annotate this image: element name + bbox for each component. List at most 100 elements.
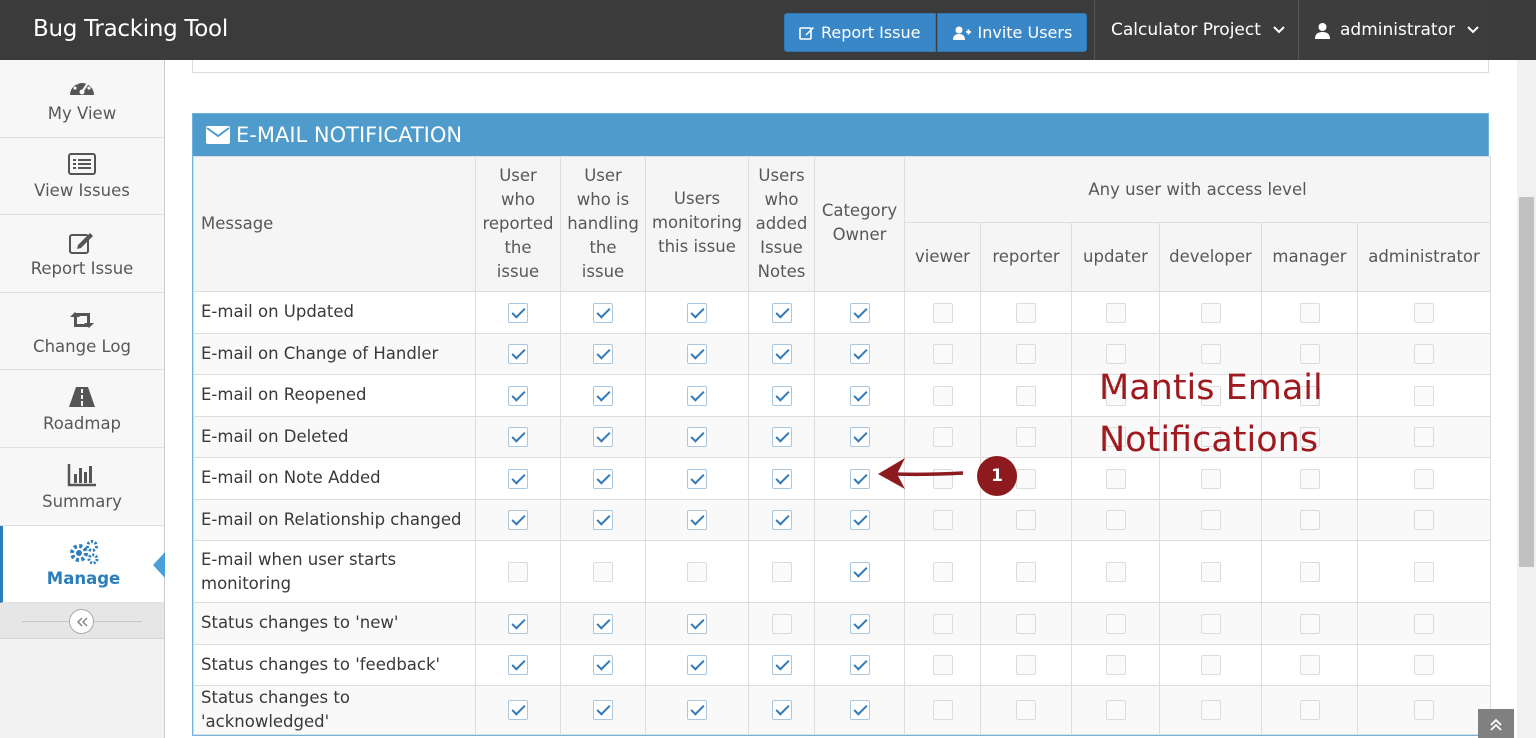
checkbox-unchecked[interactable] (1105, 510, 1126, 530)
checkbox-checked[interactable] (687, 613, 707, 634)
checkbox-unchecked[interactable] (1105, 302, 1126, 323)
checkbox-unchecked[interactable] (1299, 561, 1320, 582)
checkbox-unchecked[interactable] (1016, 613, 1036, 634)
checkbox-checked[interactable] (508, 468, 528, 489)
checkbox-unchecked[interactable] (1200, 655, 1221, 675)
checkbox-checked[interactable] (593, 613, 613, 634)
checkbox-checked[interactable] (771, 700, 792, 721)
checkbox-unchecked[interactable] (1200, 344, 1221, 364)
checkbox-unchecked[interactable] (1414, 468, 1435, 489)
app-title[interactable]: Bug Tracking Tool (33, 16, 228, 42)
checkbox-checked[interactable] (593, 510, 613, 530)
checkbox-unchecked[interactable] (1414, 510, 1435, 530)
sidebar-item-report-issue[interactable]: Report Issue (0, 215, 164, 293)
checkbox-unchecked[interactable] (1016, 468, 1036, 489)
checkbox-checked[interactable] (593, 302, 613, 323)
checkbox-unchecked[interactable] (508, 561, 528, 582)
scrollbar-thumb[interactable] (1519, 197, 1534, 567)
checkbox-checked[interactable] (687, 344, 707, 364)
checkbox-checked[interactable] (849, 427, 870, 447)
checkbox-checked[interactable] (508, 613, 528, 634)
checkbox-unchecked[interactable] (1299, 344, 1320, 364)
sidebar-item-summary[interactable]: Summary (0, 447, 164, 526)
checkbox-unchecked[interactable] (1200, 613, 1221, 634)
checkbox-checked[interactable] (687, 427, 707, 447)
checkbox-checked[interactable] (687, 385, 707, 406)
checkbox-unchecked[interactable] (1299, 655, 1320, 675)
checkbox-checked[interactable] (593, 655, 613, 675)
checkbox-checked[interactable] (593, 344, 613, 364)
checkbox-unchecked[interactable] (932, 561, 953, 582)
checkbox-checked[interactable] (849, 700, 870, 721)
checkbox-checked[interactable] (849, 655, 870, 675)
sidebar-item-manage[interactable]: Manage (0, 525, 165, 604)
checkbox-checked[interactable] (771, 385, 792, 406)
checkbox-unchecked[interactable] (1299, 302, 1320, 323)
checkbox-unchecked[interactable] (1200, 700, 1221, 721)
checkbox-checked[interactable] (687, 510, 707, 530)
checkbox-unchecked[interactable] (593, 561, 613, 582)
checkbox-unchecked[interactable] (932, 510, 953, 530)
checkbox-unchecked[interactable] (1414, 561, 1435, 582)
checkbox-unchecked[interactable] (1105, 613, 1126, 634)
checkbox-checked[interactable] (771, 427, 792, 447)
checkbox-checked[interactable] (849, 302, 870, 323)
checkbox-unchecked[interactable] (1414, 385, 1435, 406)
checkbox-unchecked[interactable] (1414, 700, 1435, 721)
checkbox-checked[interactable] (508, 344, 528, 364)
project-selector[interactable]: Calculator Project (1094, 0, 1298, 60)
checkbox-unchecked[interactable] (1200, 468, 1221, 489)
checkbox-checked[interactable] (849, 613, 870, 634)
checkbox-checked[interactable] (771, 510, 792, 530)
checkbox-checked[interactable] (849, 510, 870, 530)
checkbox-checked[interactable] (771, 468, 792, 489)
checkbox-unchecked[interactable] (932, 427, 953, 447)
checkbox-checked[interactable] (849, 344, 870, 364)
checkbox-checked[interactable] (593, 700, 613, 721)
checkbox-unchecked[interactable] (1016, 561, 1036, 582)
checkbox-unchecked[interactable] (1105, 700, 1126, 721)
checkbox-unchecked[interactable] (1299, 613, 1320, 634)
double-chevron-left-icon[interactable] (69, 609, 94, 635)
checkbox-checked[interactable] (593, 427, 613, 447)
report-issue-button[interactable]: Report Issue (784, 13, 936, 52)
checkbox-checked[interactable] (687, 302, 707, 323)
checkbox-checked[interactable] (508, 655, 528, 675)
sidebar-item-my-view[interactable]: My View (0, 60, 164, 138)
checkbox-checked[interactable] (849, 385, 870, 406)
checkbox-unchecked[interactable] (1299, 468, 1320, 489)
checkbox-unchecked[interactable] (1105, 468, 1126, 489)
checkbox-unchecked[interactable] (1414, 302, 1435, 323)
checkbox-checked[interactable] (593, 468, 613, 489)
checkbox-unchecked[interactable] (1414, 655, 1435, 675)
checkbox-unchecked[interactable] (1105, 655, 1126, 675)
sidebar-item-view-issues[interactable]: View Issues (0, 137, 164, 216)
checkbox-unchecked[interactable] (932, 302, 953, 323)
checkbox-checked[interactable] (771, 655, 792, 675)
checkbox-checked[interactable] (771, 344, 792, 364)
sidebar-item-change-log[interactable]: Change Log (0, 292, 164, 371)
checkbox-checked[interactable] (508, 700, 528, 721)
checkbox-unchecked[interactable] (1299, 510, 1320, 530)
checkbox-unchecked[interactable] (1414, 427, 1435, 447)
checkbox-unchecked[interactable] (1105, 561, 1126, 582)
checkbox-unchecked[interactable] (1016, 344, 1036, 364)
checkbox-unchecked[interactable] (1016, 427, 1036, 447)
checkbox-unchecked[interactable] (932, 700, 953, 721)
checkbox-unchecked[interactable] (771, 561, 792, 582)
checkbox-unchecked[interactable] (1016, 510, 1036, 530)
checkbox-unchecked[interactable] (1200, 302, 1221, 323)
checkbox-unchecked[interactable] (1414, 344, 1435, 364)
checkbox-checked[interactable] (771, 302, 792, 323)
checkbox-unchecked[interactable] (932, 613, 953, 634)
invite-users-button[interactable]: Invite Users (936, 13, 1088, 52)
checkbox-checked[interactable] (687, 700, 707, 721)
checkbox-checked[interactable] (849, 561, 870, 582)
checkbox-unchecked[interactable] (1414, 613, 1435, 634)
checkbox-unchecked[interactable] (1200, 561, 1221, 582)
checkbox-checked[interactable] (849, 468, 870, 489)
checkbox-checked[interactable] (508, 427, 528, 447)
checkbox-checked[interactable] (508, 385, 528, 406)
sidebar-item-roadmap[interactable]: Roadmap (0, 370, 164, 448)
checkbox-unchecked[interactable] (932, 655, 953, 675)
